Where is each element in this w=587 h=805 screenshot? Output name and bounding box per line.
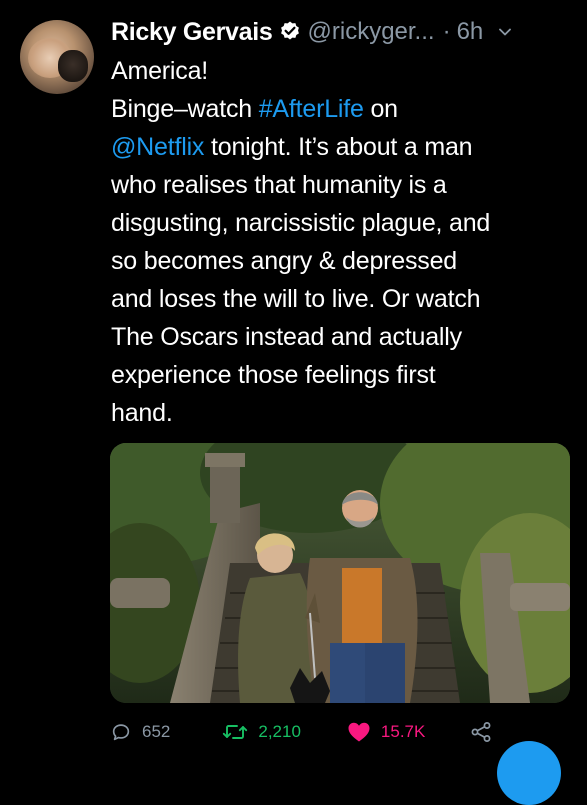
tweet-line-text: on — [363, 95, 398, 123]
tweet[interactable]: Ricky Gervais @rickyger... · 6h America!… — [0, 0, 587, 805]
author-handle[interactable]: @rickyger... — [308, 18, 435, 46]
tweet-text: America! Binge–watch #AfterLife on @Netf… — [111, 52, 581, 432]
retweet-icon — [223, 725, 248, 739]
tweet-line-8: The Oscars instead and actually — [111, 318, 581, 356]
tweet-header: Ricky Gervais @rickyger... · 6h — [111, 14, 581, 50]
tweet-line-text: The Oscars instead and actually — [111, 323, 462, 351]
share-button[interactable] — [469, 720, 493, 744]
chevron-down-icon[interactable] — [497, 24, 513, 40]
mention-link[interactable]: @Netflix — [111, 133, 204, 161]
reply-bubble-icon — [112, 724, 130, 741]
tweet-line-text: tonight. It’s about a man — [204, 133, 473, 161]
heart-icon — [348, 722, 370, 742]
tweet-line-10: hand. — [111, 394, 581, 432]
tweet-line-3: @Netflix tonight. It’s about a man — [111, 128, 581, 166]
tweet-media-image[interactable] — [110, 443, 570, 703]
tweet-line-text: America! — [111, 57, 209, 85]
tweet-line-text: who realises that humanity is a — [111, 171, 447, 199]
tweet-line-7: and loses the will to live. Or watch — [111, 280, 581, 318]
hashtag-link[interactable]: #AfterLife — [259, 95, 364, 123]
tweet-line-1: America! — [111, 52, 581, 90]
tweet-line-4: who realises that humanity is a — [111, 166, 581, 204]
tweet-timestamp[interactable]: 6h — [457, 18, 484, 46]
tweet-actions: 652 2,210 15.7K — [110, 716, 580, 748]
retweet-count: 2,210 — [258, 722, 301, 741]
reply-count: 652 — [142, 722, 171, 741]
media-photo — [110, 443, 570, 703]
tweet-line-text: so becomes angry & depressed — [111, 247, 457, 275]
compose-fab-icon[interactable] — [497, 741, 561, 805]
verified-badge-icon — [278, 20, 302, 44]
tweet-line-2: Binge–watch #AfterLife on — [111, 90, 581, 128]
retweet-button[interactable]: 2,210 — [222, 721, 301, 743]
share-icon — [471, 722, 491, 742]
reply-button[interactable]: 652 — [110, 721, 170, 743]
tweet-line-5: disgusting, narcissistic plague, and — [111, 204, 581, 242]
tweet-line-text: experience those feelings first — [111, 361, 436, 389]
tweet-line-text: and loses the will to live. Or watch — [111, 285, 481, 313]
header-separator: · — [442, 18, 451, 45]
tweet-line-9: experience those feelings first — [111, 356, 581, 394]
avatar[interactable] — [20, 20, 94, 94]
tweet-line-6: so becomes angry & depressed — [111, 242, 581, 280]
like-count: 15.7K — [380, 722, 426, 741]
like-button[interactable]: 15.7K — [347, 721, 425, 743]
avatar-dog — [58, 50, 88, 82]
author-name[interactable]: Ricky Gervais — [111, 18, 273, 47]
tweet-line-text: Binge–watch — [111, 95, 259, 123]
tweet-line-text: disgusting, narcissistic plague, and — [111, 209, 491, 237]
tweet-line-text: hand. — [111, 399, 173, 427]
